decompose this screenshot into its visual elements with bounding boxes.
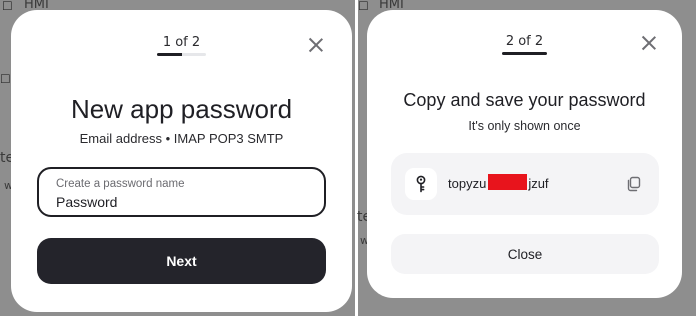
progress-fill [502, 52, 547, 55]
step-indicator: 2 of 2 [505, 34, 544, 49]
dialog-title: New app password [70, 94, 293, 124]
background-checkbox-icon: ☐ [358, 0, 369, 13]
password-name-field[interactable]: Create a password name Password [37, 167, 326, 217]
step-indicator: 1 of 2 [162, 35, 201, 50]
close-button[interactable]: Close [391, 234, 659, 274]
copy-password-dialog: 2 of 2 Copy and save your password It's … [367, 10, 682, 298]
copy-icon [627, 176, 641, 192]
key-icon [416, 175, 426, 193]
password-card: topyzu jzuf [391, 153, 659, 215]
password-name-label: Create a password name [56, 178, 185, 190]
new-app-password-dialog: 1 of 2 New app password Email address • … [11, 10, 352, 312]
progress-bar [502, 52, 547, 55]
redaction-overlay [488, 174, 527, 190]
background-checkbox-icon: ☐ [2, 0, 13, 13]
password-prefix: topyzu [448, 176, 487, 191]
dialog-title: Copy and save your password [403, 90, 646, 110]
password-suffix: jzuf [528, 176, 549, 191]
progress-bar [157, 53, 206, 56]
password-name-input[interactable]: Password [56, 194, 117, 210]
close-icon[interactable] [641, 35, 657, 51]
progress-fill [157, 53, 182, 56]
copy-button[interactable] [625, 175, 643, 193]
key-icon-box [405, 168, 437, 200]
close-icon[interactable] [308, 37, 324, 53]
dialog-subtitle: It's only shown once [468, 119, 581, 133]
background-checkbox-icon: ☐ [0, 72, 11, 86]
dialog-subtitle: Email address • IMAP POP3 SMTP [79, 131, 284, 146]
next-button[interactable]: Next [37, 238, 326, 284]
